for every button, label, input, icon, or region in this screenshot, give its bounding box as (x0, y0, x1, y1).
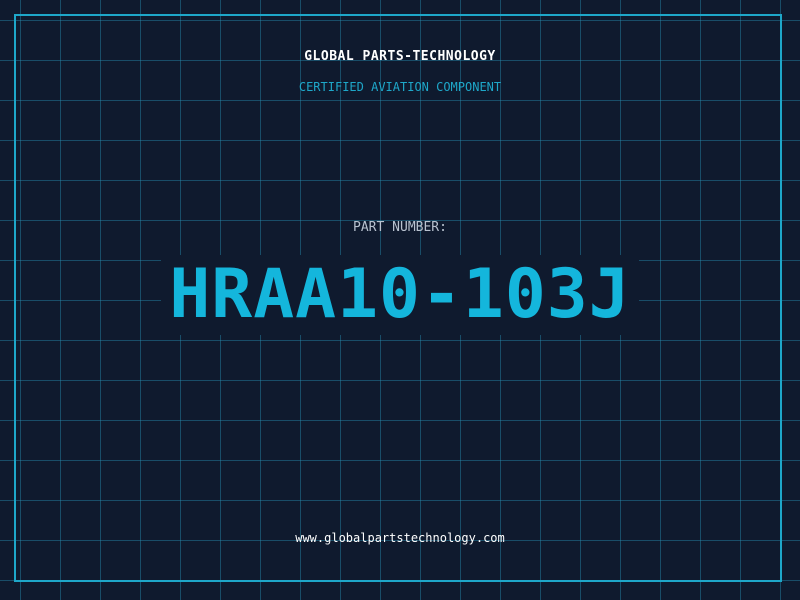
part-number-value: HRAA10-103J (161, 255, 639, 335)
website-url: www.globalpartstechnology.com (295, 531, 505, 545)
certificate-canvas: GLOBAL PARTS-TECHNOLOGY CERTIFIED AVIATI… (0, 0, 800, 600)
tagline: CERTIFIED AVIATION COMPONENT (298, 80, 502, 94)
brand-name: GLOBAL PARTS-TECHNOLOGY (304, 49, 496, 64)
part-number-container: HRAA10-103J (0, 255, 800, 335)
part-number-label: PART NUMBER: (353, 220, 447, 235)
